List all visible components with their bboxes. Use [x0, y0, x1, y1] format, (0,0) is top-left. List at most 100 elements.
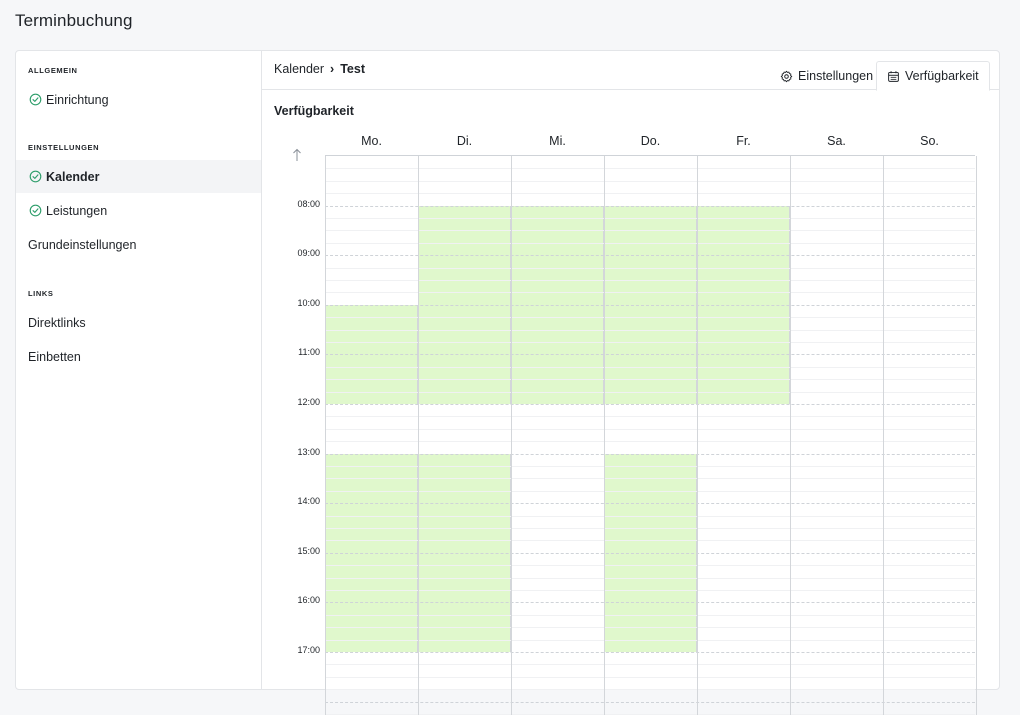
quarter-line [325, 267, 975, 269]
hour-line [325, 602, 975, 604]
time-label: 14:00 [297, 496, 320, 507]
hour-line [325, 503, 975, 505]
content-topbar: Kalender › Test Einstellungen Verfügbarkei… [262, 51, 999, 91]
quarter-line [325, 590, 975, 591]
quarter-line [325, 416, 975, 418]
hour-line [325, 552, 975, 554]
sidebar-item-label: Leistungen [46, 203, 108, 218]
hour-line [325, 354, 975, 356]
hour-line [325, 652, 975, 653]
main-panel: ALLGEMEIN Einrichtung EINSTELLUNGEN Kale… [15, 50, 1000, 715]
quarter-line [325, 428, 975, 430]
sidebar-section-header: ALLGEMEIN [28, 66, 78, 75]
hour-line [325, 701, 975, 703]
quarter-line [325, 478, 975, 480]
quarter-line [325, 577, 975, 579]
quarter-line [325, 676, 975, 678]
page-title: Terminbuchung [15, 11, 133, 30]
day-header: Sa. [827, 134, 846, 148]
sidebar: ALLGEMEIN Einrichtung EINSTELLUNGEN Kale… [16, 51, 262, 689]
breadcrumb-parent[interactable]: Kalender [274, 62, 324, 76]
quarter-line [325, 379, 975, 381]
arrow-up-icon [293, 148, 301, 161]
quarter-line [325, 664, 975, 666]
hour-line [325, 255, 975, 257]
quarter-line [325, 180, 975, 182]
calendar-icon [888, 70, 899, 82]
quarter-line [325, 689, 975, 691]
sidebar-section-header: LINKS [28, 289, 54, 298]
quarter-line [325, 490, 975, 492]
availability-title: Verfügbarkeit [274, 104, 354, 118]
sidebar-item-label: Kalender [46, 169, 100, 184]
sidebar-item-direktlinks[interactable]: Direktlinks [16, 306, 261, 339]
tab-label: Einstellungen [798, 69, 874, 83]
day-header: Fr. [736, 134, 751, 148]
time-label: 17:00 [297, 645, 320, 655]
quarter-line [325, 366, 975, 368]
sidebar-section-header: EINSTELLUNGEN [28, 143, 100, 152]
check-circle-icon [28, 93, 42, 107]
quarter-line [325, 639, 975, 641]
tab-einstellungen[interactable]: Einstellungen [770, 61, 883, 91]
day-column-divider [883, 156, 884, 715]
day-column-divider [790, 156, 791, 715]
time-label: 13:00 [297, 446, 320, 457]
quarter-line [325, 515, 975, 517]
sidebar-item-einrichtung[interactable]: Einrichtung [16, 83, 261, 116]
time-label: 09:00 [297, 248, 320, 259]
gear-icon [780, 70, 793, 82]
hour-line [325, 304, 975, 306]
quarter-line [325, 627, 975, 629]
hour-line [325, 453, 975, 455]
quarter-line [325, 342, 975, 343]
quarter-line [325, 280, 975, 281]
quarter-line [325, 565, 975, 567]
hour-line [325, 404, 975, 405]
day-header: So. [920, 134, 939, 148]
quarter-line [325, 168, 975, 170]
breadcrumb: Kalender › Test [274, 62, 365, 76]
quarter-line [325, 540, 975, 542]
quarter-line [325, 528, 975, 529]
day-column-divider [325, 156, 326, 715]
sidebar-item-kalender[interactable]: Kalender [16, 160, 261, 193]
day-header: Di. [456, 134, 473, 148]
day-column-divider [418, 156, 419, 715]
time-label: 15:00 [297, 545, 320, 556]
day-column-divider [511, 156, 512, 715]
day-column-divider [604, 156, 605, 715]
tab-verfuegbarkeit[interactable]: Verfügbarkeit [876, 61, 990, 91]
day-column-divider [976, 156, 977, 715]
quarter-line [325, 218, 975, 219]
check-circle-icon [28, 204, 42, 218]
quarter-line [325, 391, 975, 393]
time-label: 12:00 [297, 397, 320, 407]
sidebar-item-label: Direktlinks [28, 315, 86, 330]
breadcrumb-separator: › [330, 62, 335, 76]
sidebar-item-grundeinstellungen[interactable]: Grundeinstellungen [16, 228, 261, 261]
check-circle-icon [28, 170, 42, 184]
time-label: 11:00 [298, 347, 320, 358]
quarter-line [325, 317, 975, 319]
day-header: Mi. [549, 134, 566, 148]
time-label: 08:00 [297, 198, 320, 209]
hour-line [325, 205, 975, 207]
sidebar-item-leistungen[interactable]: Leistungen [16, 194, 261, 227]
time-label: 16:00 [297, 595, 320, 606]
quarter-line [325, 466, 975, 467]
sidebar-item-einbetten[interactable]: Einbetten [16, 340, 261, 373]
quarter-line [325, 614, 975, 616]
content-area: Kalender › Test Einstellungen Verfügbarkei… [262, 51, 999, 715]
quarter-line [325, 230, 975, 232]
quarter-line [325, 292, 975, 294]
day-header: Mo. [361, 134, 382, 148]
day-column-divider [697, 156, 698, 715]
quarter-line [325, 242, 975, 244]
quarter-line [325, 441, 975, 443]
breadcrumb-current: Test [340, 62, 365, 76]
quarter-line [325, 193, 975, 195]
time-label: 10:00 [297, 297, 320, 308]
sidebar-item-label: Einrichtung [46, 92, 109, 107]
availability-grid[interactable] [325, 155, 977, 715]
